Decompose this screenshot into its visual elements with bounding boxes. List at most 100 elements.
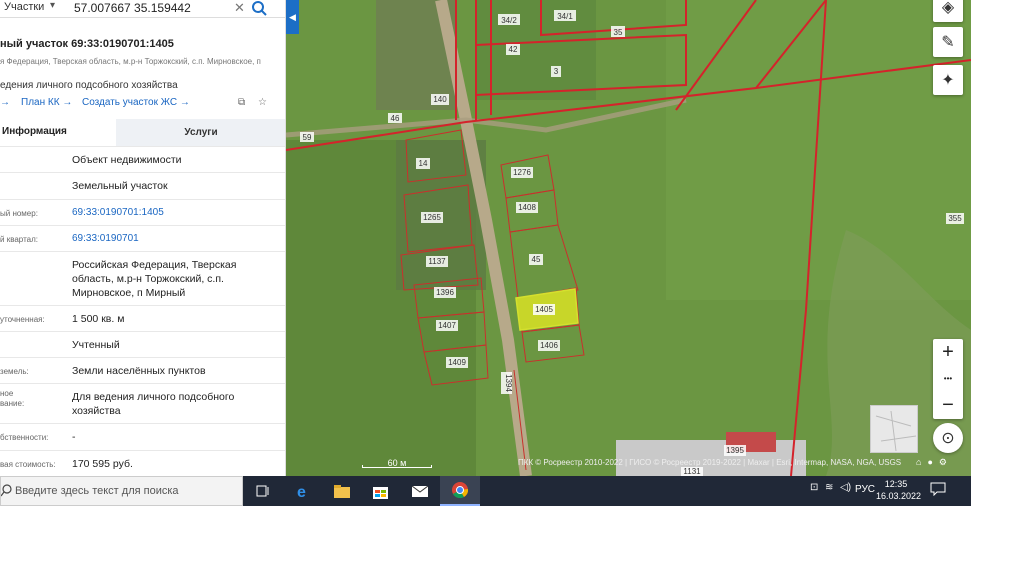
taskbar-clock[interactable]: 12:35 16.03.2022 [876, 478, 921, 502]
star-icon[interactable]: ☆ [258, 97, 267, 108]
parcel-number-label[interactable]: 59 [303, 133, 312, 142]
search-icon [1, 484, 12, 497]
copy-icon[interactable]: ⧉ [238, 97, 245, 108]
wifi-icon[interactable]: ≋ [825, 482, 833, 493]
search-bar: Участки ▾ ✕ [0, 0, 285, 18]
tabs: Информация Услуги [0, 119, 285, 146]
link-create-zs[interactable]: Создать участок ЖС → [82, 97, 190, 108]
clear-icon[interactable]: ✕ [234, 0, 245, 16]
parcel-number-label[interactable]: 34/2 [501, 16, 517, 25]
parcel-purpose: едения личного подсобного хозяйства [0, 80, 178, 91]
parcel-number-label[interactable]: 45 [532, 255, 541, 264]
dot-icon: ● [927, 457, 939, 467]
tab-services[interactable]: Услуги [116, 119, 285, 146]
info-row: вая стоимость: 170 595 руб. [0, 450, 285, 476]
parcel-title: ный участок 69:33:0190701:1405 [0, 38, 174, 50]
network-icon[interactable]: ⊡ [810, 482, 818, 493]
parcel-number-label[interactable]: 355 [948, 214, 962, 223]
ruler-icon: ✎ [941, 34, 955, 51]
home-icon: ⌂ [916, 457, 928, 467]
chevron-down-icon[interactable]: ▾ [50, 0, 55, 11]
parcel-number-label[interactable]: 1395 [726, 446, 744, 455]
zoom-out-button[interactable]: − [933, 392, 963, 419]
store-icon[interactable] [360, 476, 400, 506]
info-row-value: - [72, 431, 76, 443]
file-explorer-icon[interactable] [322, 476, 362, 506]
parcel-number-label[interactable]: 1408 [518, 203, 536, 212]
map-attribution: ПКК © Росреестр 2010-2022 | ГИСО © Росре… [518, 458, 902, 467]
info-row-label: ый номер: [0, 209, 38, 218]
notifications-icon[interactable] [930, 482, 946, 496]
parcel-number-label[interactable]: 14 [419, 159, 428, 168]
zoom-in-button[interactable]: + [933, 339, 963, 366]
attribution-icons: ⌂●⚙ [916, 457, 953, 468]
layers-button[interactable]: ◈ [933, 0, 963, 22]
edge-browser-icon[interactable]: e [283, 476, 323, 506]
compass-icon: ⊙ [941, 430, 955, 447]
info-row-label: ное вание: [0, 389, 25, 408]
parcel-number-label[interactable]: 42 [509, 45, 518, 54]
info-row: Учтенный [0, 331, 285, 357]
map-view[interactable]: 34/2 34/1 35 42 3 140 46 59 14 1276 1408 1265 45 1137… [286, 0, 971, 476]
info-row-value: Земли населённых пунктов [72, 365, 206, 377]
chrome-icon[interactable] [440, 476, 480, 506]
volume-icon[interactable]: ◁) [840, 482, 851, 493]
parcel-links: → План КК → Создать участок ЖС → ⧉ ☆ [0, 97, 285, 111]
link-plan-kk[interactable]: План КК → [21, 97, 72, 108]
search-input[interactable] [74, 0, 224, 16]
link-first[interactable]: → [0, 97, 10, 108]
parcel-address: я Федерация, Тверская область, м.р-н Тор… [0, 57, 261, 66]
minimap-roads-icon [875, 410, 917, 452]
info-row: й квартал: 69:33:0190701 [0, 225, 285, 251]
info-row-label: бственности: [0, 433, 49, 442]
info-row-value: Российская Федерация, Тверская область, … [72, 259, 237, 299]
taskbar-search[interactable]: Введите здесь текст для поиска [0, 476, 243, 506]
info-row-value: Земельный участок [72, 180, 168, 192]
info-row: уточненная: 1 500 кв. м [0, 305, 285, 331]
parcel-number-label[interactable]: 3 [554, 67, 559, 76]
info-row-link[interactable]: 69:33:0190701:1405 [72, 206, 272, 220]
info-row: ый номер: 69:33:0190701:1405 [0, 199, 285, 225]
parcel-number-label[interactable]: 1394 [504, 374, 513, 392]
ruler-button[interactable]: ✎ [933, 27, 963, 57]
search-icon[interactable] [250, 0, 268, 17]
tab-information[interactable]: Информация [0, 119, 116, 146]
parcel-number-label[interactable]: 140 [433, 95, 447, 104]
info-row: земель: Земли населённых пунктов [0, 357, 285, 383]
parcel-number-label[interactable]: 1276 [513, 168, 531, 177]
info-row-label: уточненная: [0, 315, 45, 324]
info-row-label: земель: [0, 367, 29, 376]
info-panel: Участки ▾ ✕ ный участок 69:33:0190701:14… [0, 0, 286, 476]
parcel-number-label[interactable]: 1265 [423, 213, 441, 222]
mail-icon[interactable] [400, 476, 440, 506]
parcel-number-label[interactable]: 35 [614, 28, 623, 37]
info-row-label: вая стоимость: [0, 460, 56, 469]
info-row-link[interactable]: 69:33:0190701 [72, 232, 272, 246]
info-row-value: 170 595 руб. [72, 458, 133, 470]
zoom-more-button[interactable]: ••• [933, 366, 963, 393]
info-row: Земельный участок [0, 172, 285, 199]
info-row: Объект недвижимости [0, 146, 285, 172]
parcel-number-label[interactable]: 1396 [436, 288, 454, 297]
clock-time: 12:35 [884, 479, 908, 489]
layer-select[interactable]: Участки [4, 1, 44, 13]
parcel-number-label[interactable]: 1131 [683, 467, 701, 476]
collapse-panel-button[interactable]: ◀ [286, 0, 299, 34]
task-view-icon[interactable] [243, 476, 283, 506]
scale-bar: 60 м [362, 458, 432, 468]
minimap[interactable] [870, 405, 918, 453]
taskbar-search-placeholder: Введите здесь текст для поиска [15, 485, 179, 497]
parcel-number-label[interactable]: 1405 [535, 305, 553, 314]
parcel-number-label[interactable]: 46 [391, 114, 400, 123]
locate-button[interactable]: ✦ [933, 65, 963, 95]
compass-button[interactable]: ⊙ [933, 423, 963, 453]
parcel-number-label[interactable]: 1407 [438, 321, 456, 330]
language-indicator[interactable]: РУС [855, 484, 875, 495]
screen: 34/2 34/1 35 42 3 140 46 59 14 1276 1408 1265 45 1137… [0, 0, 971, 506]
parcel-number-label[interactable]: 1406 [540, 341, 558, 350]
info-row-value: Для ведения личного подсобного хозяйства [72, 391, 235, 417]
parcel-number-label[interactable]: 1409 [448, 358, 466, 367]
info-row: Российская Федерация, Тверская область, … [0, 251, 285, 305]
parcel-number-label[interactable]: 34/1 [557, 12, 573, 21]
parcel-number-label[interactable]: 1137 [428, 257, 446, 266]
